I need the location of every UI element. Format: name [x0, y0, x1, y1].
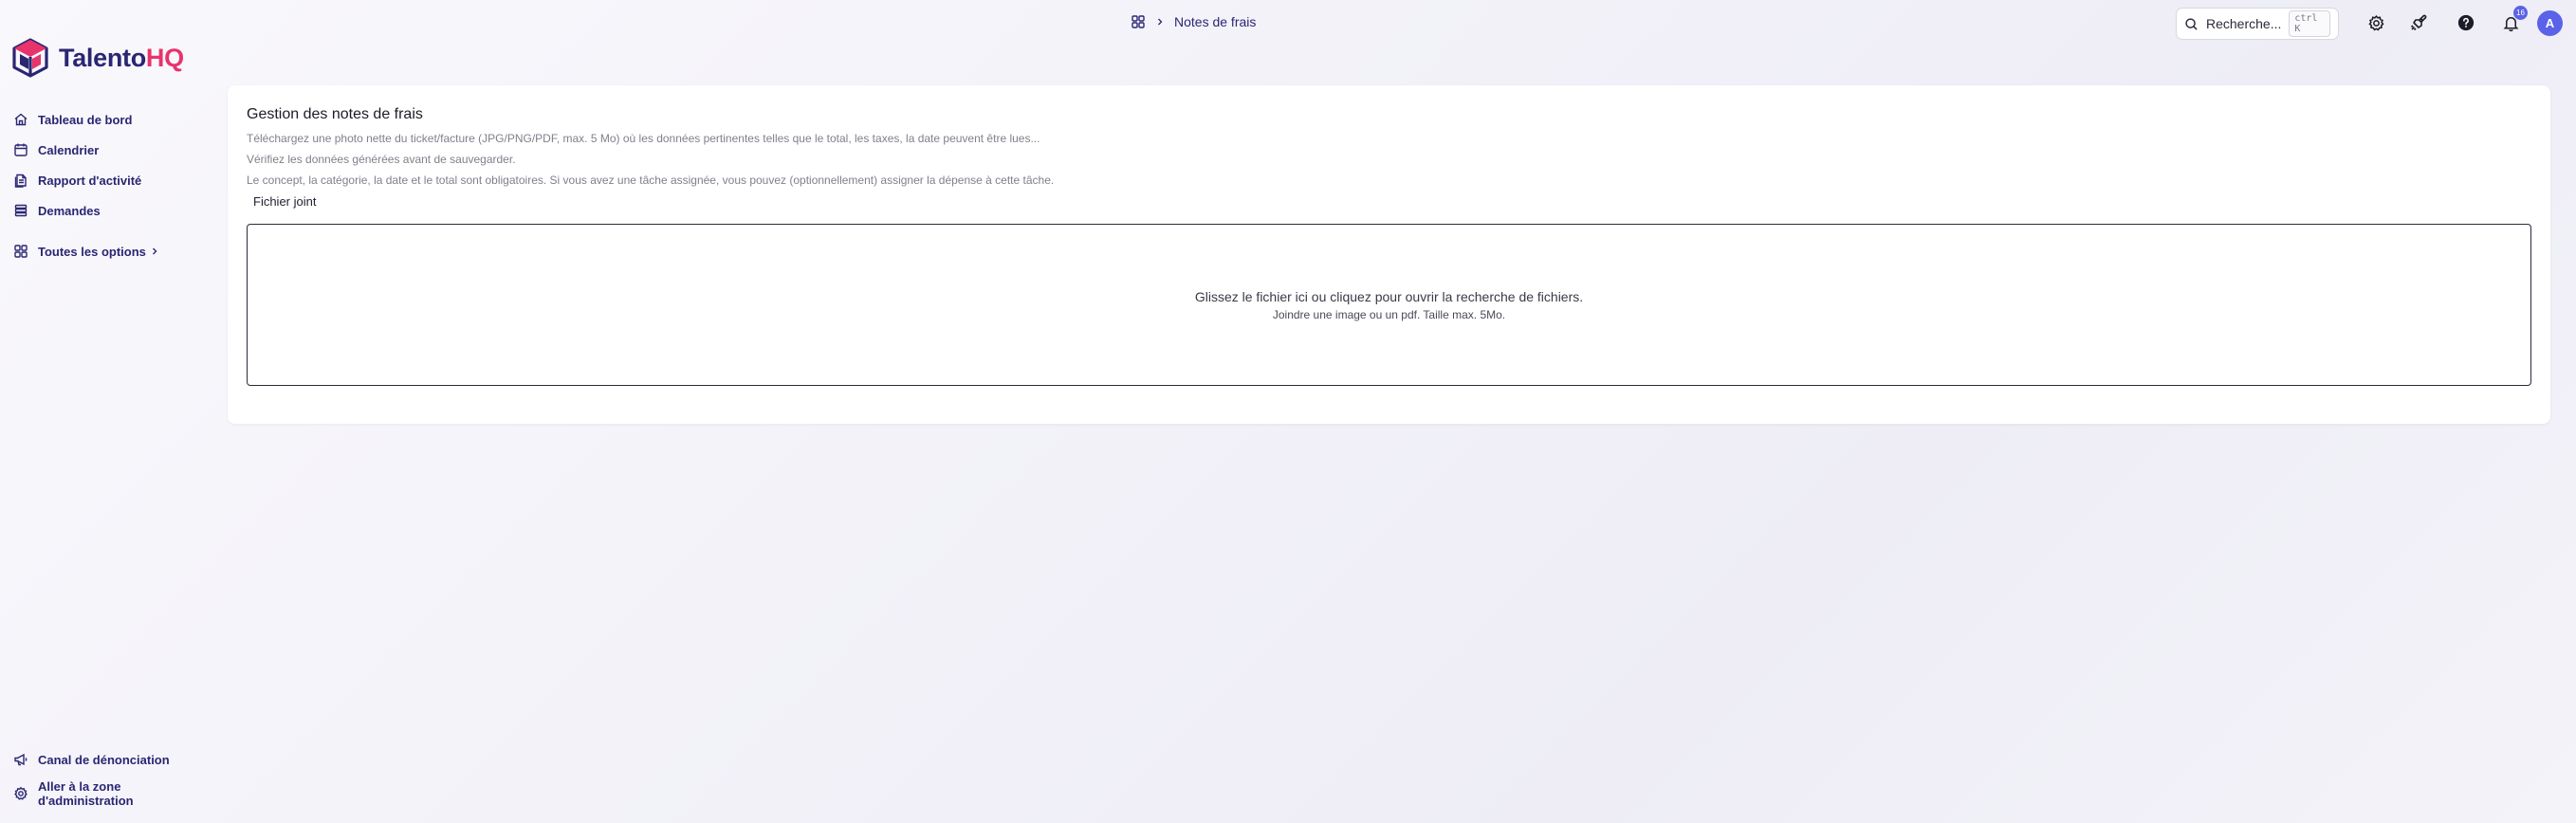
rocket-icon: [2409, 13, 2428, 32]
sidebar-bottom-nav: Canal de dénonciation Aller à la zone d'…: [13, 744, 170, 809]
sidebar-item-calendar[interactable]: Calendrier: [13, 135, 159, 165]
megaphone-icon: [13, 752, 28, 767]
sidebar-item-label: Canal de dénonciation: [38, 752, 170, 767]
breadcrumb-current[interactable]: Notes de frais: [1174, 14, 1256, 29]
sidebar-item-all-options[interactable]: Toutes les options: [13, 236, 159, 266]
sidebar-item-label: Rapport d'activité: [38, 173, 142, 188]
logo[interactable]: TalentoHQ: [11, 38, 184, 78]
attachment-label: Fichier joint: [253, 194, 317, 209]
logo-cube-icon: [12, 38, 48, 78]
notification-badge: 16: [2513, 6, 2528, 20]
calendar-icon: [13, 142, 28, 157]
search-input[interactable]: Recherche... ctrl K: [2176, 8, 2339, 40]
search-icon: [2184, 17, 2199, 31]
sidebar-item-activity-report[interactable]: Rapport d'activité: [13, 165, 159, 195]
instruction-required: Le concept, la catégorie, la date et le …: [247, 174, 1055, 187]
search-placeholder: Recherche...: [2206, 16, 2282, 31]
sidebar-nav: Tableau de bord Calendrier Rapport d'act…: [13, 104, 159, 266]
sidebar-item-label: Toutes les options: [38, 244, 146, 259]
apps-grid-icon[interactable]: [1131, 14, 1146, 29]
launch-button[interactable]: [2407, 11, 2430, 34]
sidebar-item-whistleblowing[interactable]: Canal de dénonciation: [13, 744, 170, 775]
expense-card: Gestion des notes de frais Téléchargez u…: [228, 85, 2550, 424]
notifications-button[interactable]: 16: [2499, 6, 2528, 34]
sidebar-item-dashboard[interactable]: Tableau de bord: [13, 104, 159, 135]
page-title: Gestion des notes de frais: [247, 106, 423, 122]
dropzone-sub-text: Joindre une image ou un pdf. Taille max.…: [1272, 307, 1506, 321]
sidebar-item-label: Aller à la zone d'administration: [38, 779, 134, 808]
help-button[interactable]: [2455, 11, 2477, 34]
search-shortcut: ctrl K: [2289, 10, 2330, 37]
logo-text: TalentoHQ: [59, 43, 184, 72]
gear-icon: [2367, 14, 2385, 32]
stack-icon: [13, 203, 28, 218]
sidebar-item-admin-zone[interactable]: Aller à la zone d'administration: [13, 778, 170, 809]
dropzone-main-text: Glissez le fichier ici ou cliquez pour o…: [1194, 288, 1584, 304]
help-icon: [2457, 14, 2475, 31]
home-icon: [13, 112, 28, 127]
avatar[interactable]: A: [2537, 10, 2563, 36]
breadcrumb: Notes de frais: [1131, 14, 1256, 29]
gear-icon: [13, 786, 28, 801]
sidebar-item-label: Calendrier: [38, 142, 100, 157]
sidebar: TalentoHQ Tableau de bord Calendrier Rap…: [0, 0, 218, 823]
instruction-upload: Téléchargez une photo nette du ticket/fa…: [247, 132, 1040, 145]
sidebar-item-label: Tableau de bord: [38, 112, 133, 127]
sidebar-item-requests[interactable]: Demandes: [13, 195, 159, 226]
settings-button[interactable]: [2364, 11, 2387, 34]
chevron-right-icon: [150, 247, 159, 256]
file-dropzone[interactable]: Glissez le fichier ici ou cliquez pour o…: [247, 224, 2531, 386]
instruction-verify: Vérifiez les données générées avant de s…: [247, 153, 516, 166]
grid-icon: [13, 244, 28, 259]
sidebar-item-label: Demandes: [38, 203, 101, 218]
chevron-right-icon: [1155, 17, 1165, 27]
report-icon: [13, 173, 28, 188]
